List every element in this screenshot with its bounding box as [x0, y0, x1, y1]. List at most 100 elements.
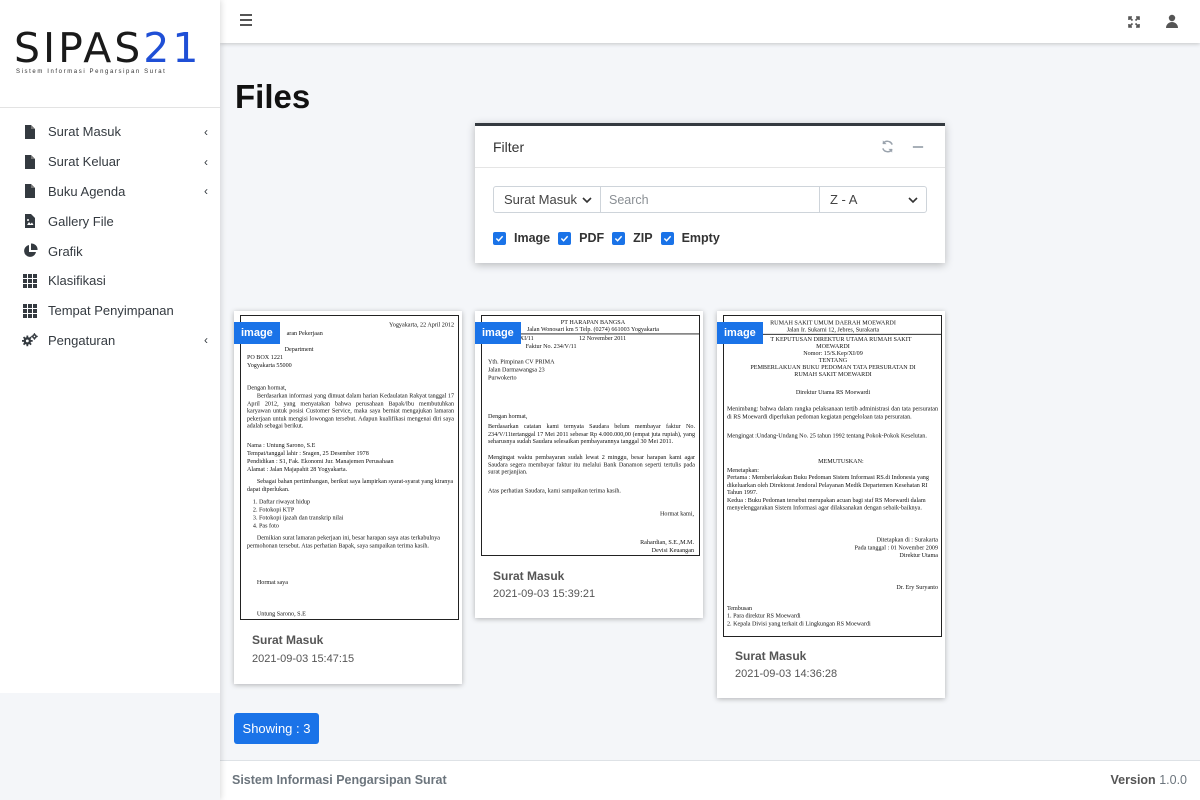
- svg-text:Untung Sarono, S.E: Untung Sarono, S.E: [257, 612, 306, 618]
- svg-text:Devisi Keuangan: Devisi Keuangan: [652, 548, 694, 554]
- pie-chart-icon: [21, 243, 38, 260]
- svg-text:Yogyakarta, 22 April 2012: Yogyakarta, 22 April 2012: [389, 322, 454, 328]
- file-type-badge: image: [234, 322, 280, 344]
- svg-text:1. Para direktur RS Moewardi: 1. Para direktur RS Moewardi: [727, 614, 801, 620]
- sidebar-item-surat-keluar[interactable]: Surat Keluar ‹: [0, 147, 220, 177]
- sidebar-item-pengaturan[interactable]: Pengaturan ‹: [0, 326, 220, 356]
- minus-icon[interactable]: [909, 138, 927, 156]
- checkmark-icon: [558, 231, 572, 245]
- svg-text:Tempat/tanggal lahir : Sragen: Tempat/tanggal lahir : Sragen, 25 Desemb…: [247, 451, 369, 457]
- svg-text:2. Fotokopi KTP: 2. Fotokopi KTP: [253, 508, 295, 514]
- filter-title: Filter: [493, 138, 525, 155]
- document-preview: PT HARAPAN BANGSA Jalan Wonosari km 5 Te…: [482, 320, 699, 554]
- svg-text:PO BOX 1221: PO BOX 1221: [247, 355, 283, 361]
- chevron-left-icon: ‹: [204, 184, 208, 199]
- chevron-down-icon: [582, 196, 592, 203]
- document-preview: RUMAH SAKIT UMUM DAERAH MOEWARDI Jalan I…: [724, 320, 941, 628]
- showing-count-button[interactable]: Showing : 3: [234, 713, 319, 744]
- svg-text:Dr. Ery Suryanto: Dr. Ery Suryanto: [896, 585, 938, 591]
- chevron-left-icon: ‹: [204, 333, 208, 348]
- svg-text:3. Fotokopi ijazah dan trans: 3. Fotokopi ijazah dan transkrip nilai: [253, 516, 344, 522]
- chevron-left-icon: ‹: [204, 124, 208, 139]
- file-date: 2021-09-03 15:47:15: [252, 653, 355, 665]
- page-title: Files: [235, 78, 311, 115]
- brand[interactable]: SIPAS21 Sistem Informasi Pengarsipan Sur…: [0, 0, 220, 108]
- svg-text:Jalan Darmawangsa 23: Jalan Darmawangsa 23: [488, 368, 545, 374]
- svg-text:T KEPUTUSAN DIREKTUR UTAMA RUM: T KEPUTUSAN DIREKTUR UTAMA RUMAH SAKIT: [770, 337, 911, 343]
- sidebar: SIPAS21 Sistem Informasi Pengarsipan Sur…: [0, 0, 220, 800]
- file-title: Surat Masuk: [252, 633, 324, 647]
- refresh-icon[interactable]: [878, 138, 896, 156]
- file-icon: [21, 183, 38, 200]
- svg-text:MEMUTUSKAN:: MEMUTUSKAN:: [818, 459, 864, 465]
- filter-card: Filter Surat Masuk Z - A Image: [475, 123, 945, 263]
- svg-text:Pada tanggal : 01 November 200: Pada tanggal : 01 November 2009: [854, 545, 938, 551]
- expand-icon[interactable]: [1128, 15, 1140, 28]
- svg-text:12 November 2011: 12 November 2011: [579, 336, 626, 342]
- chevron-left-icon: ‹: [204, 154, 208, 169]
- file-date: 2021-09-03 15:39:21: [493, 588, 596, 600]
- footer-app-name: Sistem Informasi Pengarsipan Surat: [232, 773, 447, 787]
- svg-text:Rahardian, S.E.,M.M.: Rahardian, S.E.,M.M.: [640, 540, 694, 546]
- checkbox-pdf[interactable]: PDF: [558, 231, 604, 245]
- svg-text:Atas perhatian Saudara, kami s: Atas perhatian Saudara, kami sampaikan t…: [488, 488, 621, 494]
- hamburger-icon[interactable]: [240, 14, 252, 26]
- svg-text:Jalan Ir. Sukarni 12, Jebres,: Jalan Ir. Sukarni 12, Jebres, Surakarta: [787, 327, 880, 333]
- svg-text:Pendidikan : S1, Fak: Pendidikan : S1, Fak. Ekonomi Jur. Manaj…: [247, 459, 394, 465]
- sidebar-item-tempat-penyimpanan[interactable]: Tempat Penyimpanan: [0, 296, 220, 326]
- filter-body: Surat Masuk Z - A Image PDF ZIP: [475, 168, 945, 245]
- search-field[interactable]: [601, 186, 819, 213]
- file-date: 2021-09-03 14:36:28: [735, 668, 838, 680]
- sidebar-item-klasifikasi[interactable]: Klasifikasi: [0, 266, 220, 296]
- file-thumbnail: PT HARAPAN BANGSA Jalan Wonosari km 5 Te…: [481, 315, 700, 556]
- file-image-icon: [21, 213, 38, 230]
- sidebar-item-buku-agenda[interactable]: Buku Agenda ‹: [0, 177, 220, 207]
- file-thumbnail: Yogyakarta, 22 April 2012 aran Pekerjaan…: [240, 315, 459, 620]
- sidebar-item-grafik[interactable]: Grafik: [0, 236, 220, 266]
- svg-text:Nama : Untung S: Nama : Untung Sarono, S.E: [247, 443, 316, 449]
- svg-text:Department: Department: [285, 347, 314, 353]
- sidebar-item-gallery-file[interactable]: Gallery File: [0, 206, 220, 236]
- file-icon: [21, 153, 38, 170]
- sort-select[interactable]: Z - A: [819, 186, 927, 213]
- svg-text:Jalan Wonosari km 5 Telp. (027: Jalan Wonosari km 5 Telp. (0274) 661003 …: [527, 326, 659, 333]
- svg-text:RUMAH SAKIT MOEWARDI: RUMAH SAKIT MOEWARDI: [794, 372, 871, 378]
- file-card[interactable]: Yogyakarta, 22 April 2012 aran Pekerjaan…: [234, 311, 462, 684]
- svg-text:Yogyakarta 55000: Yogyakarta 55000: [247, 363, 292, 369]
- checkbox-zip[interactable]: ZIP: [612, 231, 653, 245]
- svg-text:Faktur No. 234/V/11: Faktur No. 234/V/11: [526, 344, 577, 350]
- svg-text:PEMBERLAKUAN BUKU PEDOMAN TATA: PEMBERLAKUAN BUKU PEDOMAN TATA PERSURATA…: [750, 365, 915, 371]
- svg-text:Nomor: 15/S.Kep/XI/09: Nomor: 15/S.Kep/XI/09: [803, 351, 863, 357]
- checkbox-empty[interactable]: Empty: [660, 231, 720, 245]
- search-input[interactable]: [609, 192, 811, 207]
- checkmark-icon: [660, 231, 674, 245]
- svg-text:Direktur Utama: Direktur Utama: [899, 553, 938, 559]
- file-title: Surat Masuk: [493, 569, 565, 583]
- file-icon: [21, 123, 38, 140]
- svg-text:MOEWARDI: MOEWARDI: [816, 344, 850, 350]
- user-icon[interactable]: [1165, 14, 1179, 28]
- grid-icon: [21, 302, 38, 319]
- sidebar-item-surat-masuk[interactable]: Surat Masuk ‹: [0, 117, 220, 147]
- filetype-checkboxes: Image PDF ZIP Empty: [493, 231, 927, 245]
- file-card[interactable]: RUMAH SAKIT UMUM DAERAH MOEWARDI Jalan I…: [717, 311, 945, 698]
- footer-version: Version 1.0.0: [1110, 773, 1187, 787]
- svg-text:4. Pas foto: 4. Pas foto: [253, 522, 279, 529]
- file-card[interactable]: PT HARAPAN BANGSA Jalan Wonosari km 5 Te…: [475, 311, 703, 618]
- svg-text:2. Kepala Divisi yang terkait: 2. Kepala Divisi yang terkait di Lingkun…: [727, 622, 871, 628]
- svg-text:XI/11: XI/11: [520, 336, 534, 342]
- checkmark-icon: [612, 231, 626, 245]
- checkbox-image[interactable]: Image: [493, 231, 550, 245]
- gears-icon: [21, 332, 38, 349]
- svg-text:1. Daftar riwayat hidup: 1. Daftar riwayat hidup: [253, 499, 310, 506]
- svg-text:aran Pekerjaan: aran Pekerjaan: [287, 331, 323, 337]
- svg-text:Ditetapkan di : Surakarta: Ditetapkan di : Surakarta: [877, 537, 939, 543]
- svg-text:Dengan hormat,: Dengan hormat,: [488, 414, 528, 420]
- svg-text:Direktur Utama RS Moewardi: Direktur Utama RS Moewardi: [796, 390, 871, 396]
- file-type-badge: image: [717, 322, 763, 344]
- type-select[interactable]: Surat Masuk: [493, 186, 601, 213]
- checkmark-icon: [493, 231, 506, 245]
- svg-text:Alamat : Jalan M: Alamat : Jalan Majapahit 28 Yogyakarta.: [247, 467, 348, 473]
- topbar: [220, 0, 1200, 43]
- svg-text:TENTANG: TENTANG: [819, 358, 848, 364]
